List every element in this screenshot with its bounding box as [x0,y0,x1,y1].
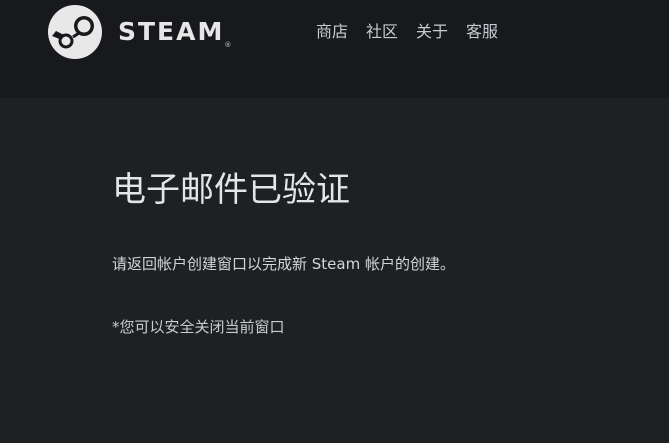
logo-text: STEAM ® [118,5,231,59]
nav-store[interactable]: 商店 [316,20,348,44]
close-window-note: *您可以安全关闭当前窗口 [112,318,285,336]
nav-support[interactable]: 客服 [466,20,498,44]
main-nav: 商店 社区 关于 客服 [316,20,498,44]
site-header: STEAM ® 商店 社区 关于 客服 [0,0,669,98]
nav-about[interactable]: 关于 [416,20,448,44]
registered-mark: ® [224,41,232,49]
verification-message: 请返回帐户创建窗口以完成新 Steam 帐户的创建。 [112,255,455,273]
main-content: 电子邮件已验证 请返回帐户创建窗口以完成新 Steam 帐户的创建。 *您可以安… [0,98,669,443]
nav-community[interactable]: 社区 [366,20,398,44]
steam-logo-icon [48,5,102,59]
page-title: 电子邮件已验证 [112,170,350,210]
steam-logo[interactable]: STEAM ® [48,5,231,59]
